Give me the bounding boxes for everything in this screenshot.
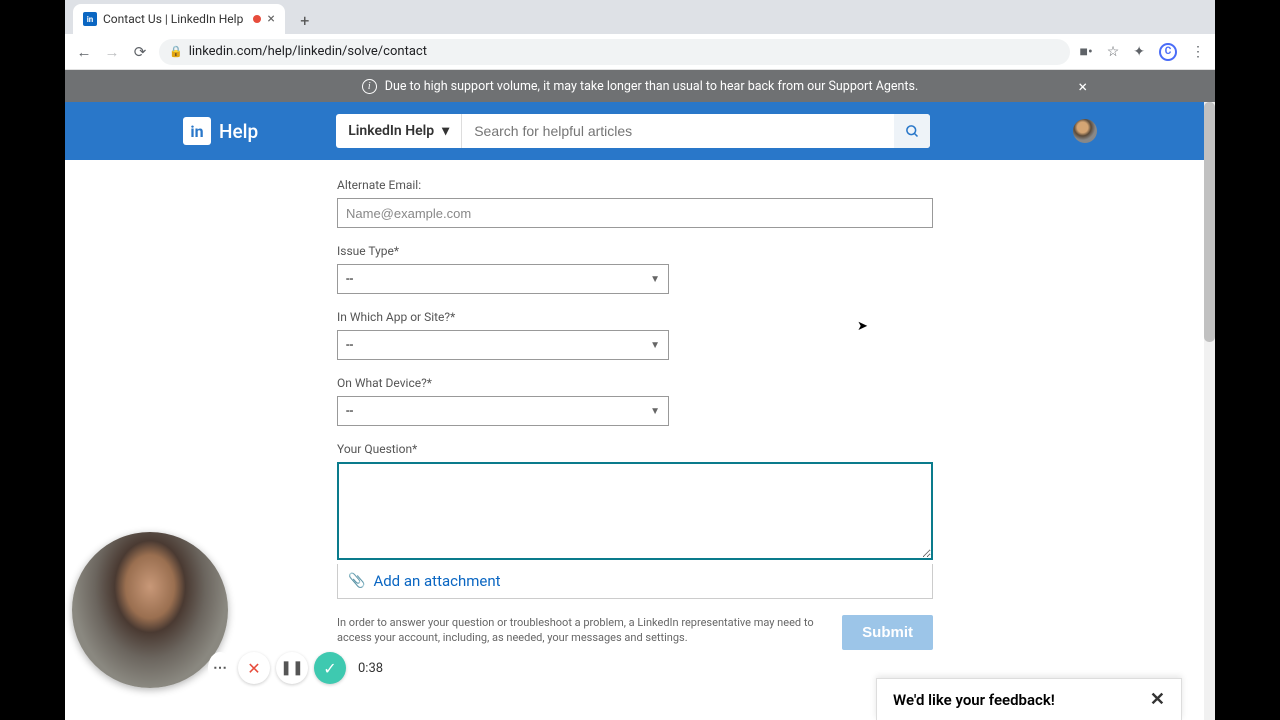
feedback-text: We'd like your feedback! (893, 691, 1055, 709)
info-icon: i (362, 79, 377, 94)
site-header: in Help LinkedIn Help ▾ (65, 102, 1215, 160)
alt-email-label: Alternate Email: (337, 178, 933, 192)
chevron-down-icon: ▾ (442, 123, 449, 139)
page-content: Alternate Email: Issue Type* -- ▼ In Whi… (65, 160, 1215, 720)
finish-recording-button[interactable]: ✓ (314, 652, 346, 684)
recording-indicator-icon (253, 15, 261, 23)
url-input[interactable]: 🔒 linkedin.com/help/linkedin/solve/conta… (159, 39, 1070, 65)
search-input[interactable] (462, 114, 894, 148)
app-site-select[interactable]: -- ▼ (337, 330, 669, 360)
banner-close-button[interactable]: × (1078, 77, 1087, 96)
search-button[interactable] (894, 114, 930, 148)
new-tab-button[interactable]: + (291, 6, 319, 34)
dropdown-label: LinkedIn Help (348, 123, 434, 139)
question-label: Your Question* (337, 442, 933, 456)
address-bar: ← → ⟳ 🔒 linkedin.com/help/linkedin/solve… (65, 34, 1215, 70)
recording-time: 0:38 (358, 661, 383, 676)
search-bar: LinkedIn Help ▾ (336, 114, 930, 148)
video-icon[interactable]: ■• (1080, 43, 1093, 60)
linkedin-logo-icon: in (183, 117, 211, 145)
question-textarea[interactable] (337, 462, 933, 560)
app-site-label: In Which App or Site?* (337, 310, 933, 324)
cancel-recording-button[interactable]: ✕ (238, 652, 270, 684)
issue-type-value: -- (346, 272, 353, 287)
notice-banner: i Due to high support volume, it may tak… (65, 70, 1215, 102)
pause-recording-button[interactable]: ❚❚ (276, 652, 308, 684)
browser-tab[interactable]: in Contact Us | LinkedIn Help × (73, 4, 285, 34)
bookmark-star-icon[interactable]: ☆ (1107, 44, 1120, 60)
forward-button[interactable]: → (103, 43, 121, 61)
search-icon (905, 124, 920, 139)
extensions-icon[interactable]: ✦ (1133, 44, 1145, 60)
issue-type-label: Issue Type* (337, 244, 933, 258)
search-category-dropdown[interactable]: LinkedIn Help ▾ (336, 114, 462, 148)
chevron-down-icon: ▼ (650, 274, 660, 285)
banner-text: Due to high support volume, it may take … (385, 79, 919, 94)
url-text: linkedin.com/help/linkedin/solve/contact (189, 44, 427, 59)
submit-button[interactable]: Submit (842, 615, 933, 650)
browser-tab-bar: in Contact Us | LinkedIn Help × + (65, 0, 1215, 34)
lock-icon: 🔒 (169, 45, 183, 58)
logo[interactable]: in Help (183, 117, 258, 145)
recording-controls: ⋯ ✕ ❚❚ ✓ 0:38 (208, 652, 383, 684)
chevron-down-icon: ▼ (650, 406, 660, 417)
close-tab-icon[interactable]: × (267, 11, 274, 27)
alt-email-input[interactable] (337, 198, 933, 228)
user-avatar[interactable] (1073, 119, 1097, 143)
back-button[interactable]: ← (75, 43, 93, 61)
device-value: -- (346, 404, 353, 419)
device-label: On What Device?* (337, 376, 933, 390)
reload-button[interactable]: ⟳ (131, 43, 149, 61)
more-options-button[interactable]: ⋯ (208, 652, 232, 684)
add-attachment-button[interactable]: 📎 Add an attachment (337, 564, 933, 599)
paperclip-icon: 📎 (348, 573, 365, 589)
scroll-thumb[interactable] (1204, 102, 1215, 342)
attach-label: Add an attachment (373, 572, 500, 590)
feedback-close-button[interactable]: ✕ (1150, 689, 1165, 710)
issue-type-select[interactable]: -- ▼ (337, 264, 669, 294)
browser-menu-icon[interactable]: ⋮ (1191, 44, 1205, 60)
scrollbar[interactable] (1204, 102, 1215, 720)
chevron-down-icon: ▼ (650, 340, 660, 351)
device-select[interactable]: -- ▼ (337, 396, 669, 426)
webcam-bubble[interactable] (72, 532, 228, 688)
disclaimer-text: In order to answer your question or trou… (337, 615, 822, 646)
help-label: Help (219, 120, 258, 143)
app-site-value: -- (346, 338, 353, 353)
feedback-popup[interactable]: We'd like your feedback! ✕ (876, 678, 1182, 720)
linkedin-favicon: in (83, 12, 97, 26)
extension-c-icon[interactable]: C (1159, 43, 1177, 61)
tab-title: Contact Us | LinkedIn Help (103, 12, 243, 26)
